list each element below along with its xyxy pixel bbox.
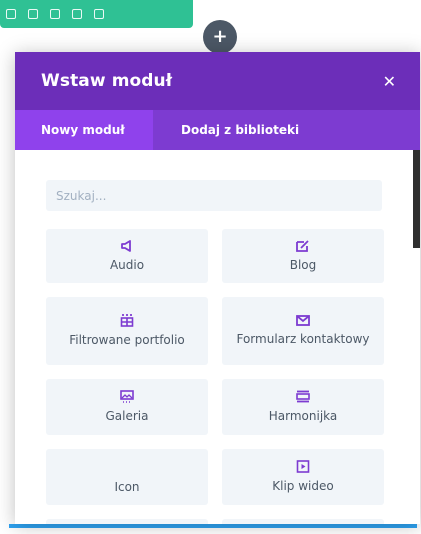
- settings-icon[interactable]: [28, 9, 38, 19]
- audio-icon: [121, 239, 131, 252]
- move-icon[interactable]: [6, 9, 16, 19]
- module-card-partial[interactable]: [222, 519, 384, 524]
- module-label: Filtrowane portfolio: [69, 333, 185, 347]
- delete-icon[interactable]: [94, 9, 104, 19]
- power-icon[interactable]: [72, 9, 82, 19]
- accordion-icon: [296, 390, 310, 403]
- module-toolbar[interactable]: [0, 0, 193, 28]
- contact-form-icon: [296, 315, 310, 326]
- module-video[interactable]: Klip wideo: [222, 449, 384, 505]
- gallery-icon: [120, 390, 134, 403]
- plus-icon: +: [212, 26, 228, 47]
- video-icon: [296, 460, 310, 473]
- section-outline: [9, 524, 417, 528]
- module-label: Blog: [289, 257, 317, 272]
- add-module-button[interactable]: +: [203, 20, 237, 54]
- module-label: Galeria: [105, 409, 149, 423]
- module-label: Harmonijka: [268, 409, 338, 423]
- module-accordion[interactable]: Harmonijka: [222, 379, 384, 435]
- module-blog[interactable]: Blog: [222, 229, 384, 283]
- blog-icon: [296, 239, 309, 252]
- tab-new-module[interactable]: Nowy moduł: [15, 110, 153, 150]
- module-icon[interactable]: Icon: [46, 449, 208, 505]
- icon-icon: [125, 460, 129, 474]
- modal-tabs: Nowy moduł Dodaj z biblioteki: [15, 110, 420, 150]
- search-input[interactable]: [46, 180, 382, 211]
- tab-add-from-library[interactable]: Dodaj z biblioteki: [153, 110, 299, 150]
- module-card-partial[interactable]: [46, 519, 208, 524]
- modal-title: Wstaw moduł: [41, 71, 173, 91]
- module-contact-form[interactable]: Formularz kontaktowy: [222, 297, 384, 365]
- close-icon[interactable]: ✕: [383, 72, 396, 91]
- insert-module-modal: Wstaw moduł ✕ Nowy moduł Dodaj z bibliot…: [15, 52, 420, 524]
- duplicate-icon[interactable]: [50, 9, 60, 19]
- module-gallery[interactable]: Galeria: [46, 379, 208, 435]
- module-audio[interactable]: Audio: [46, 229, 208, 283]
- module-label: Klip wideo: [272, 479, 334, 493]
- module-label: Formularz kontaktowy: [236, 332, 370, 346]
- modal-scrollbar[interactable]: [413, 150, 420, 248]
- module-grid: Audio Blog Filtrowane portfolio Formular…: [46, 229, 398, 524]
- modal-header: Wstaw moduł ✕: [15, 52, 420, 110]
- module-filterable-portfolio[interactable]: Filtrowane portfolio: [46, 297, 208, 365]
- module-label: Icon: [114, 479, 140, 494]
- modal-body: Audio Blog Filtrowane portfolio: [15, 150, 420, 524]
- filterable-portfolio-icon: [120, 314, 134, 327]
- module-label: Audio: [109, 257, 145, 272]
